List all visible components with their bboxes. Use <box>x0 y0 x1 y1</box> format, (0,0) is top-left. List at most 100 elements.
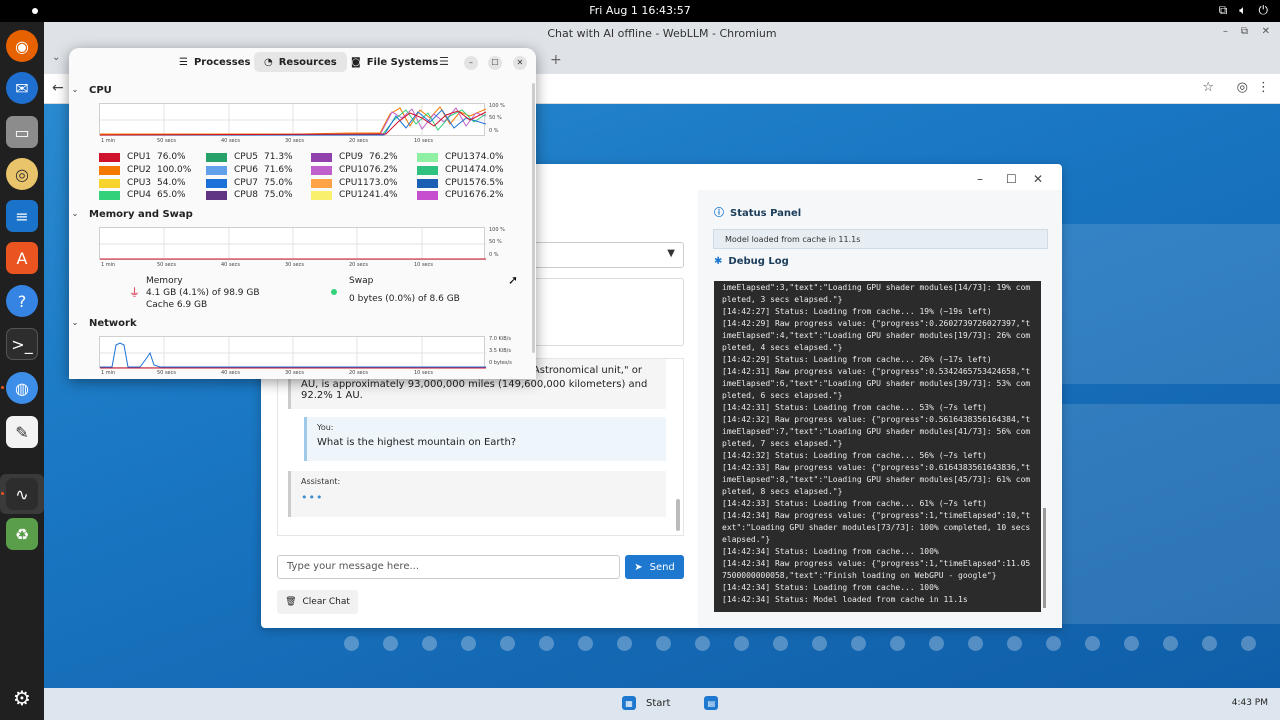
bookmark-star-icon[interactable]: ☆ <box>1202 80 1214 95</box>
cpu-color-swatch[interactable] <box>417 178 438 188</box>
sysmon-scrollbar[interactable] <box>532 83 535 353</box>
new-tab-icon[interactable]: + <box>550 52 562 68</box>
axis-label: 1 min <box>101 138 116 144</box>
bug-icon: ✱ <box>714 256 723 267</box>
cpu-color-swatch[interactable] <box>99 165 120 175</box>
axis-label: 100 % <box>489 227 505 233</box>
system-tray[interactable]: ⧉ 🔈︎ ⏻ <box>1219 3 1268 18</box>
close-icon[interactable]: ✕ <box>513 56 527 70</box>
top-clock[interactable]: Fri Aug 1 16:43:57 <box>0 4 1280 17</box>
log-line: [14:42:34] Status: Loading from cache...… <box>722 547 939 556</box>
cpu-legend-item: CPU8 75.0% <box>206 190 293 200</box>
hamburger-menu-icon[interactable]: ☰ <box>439 55 449 68</box>
cpu-color-swatch[interactable] <box>417 165 438 175</box>
close-icon[interactable]: ✕ <box>1262 26 1270 37</box>
terminal-icon[interactable]: >_ <box>6 328 38 360</box>
axis-label: 10 secs <box>414 138 433 144</box>
model-select[interactable]: ▼ <box>527 242 684 268</box>
cpu-color-swatch[interactable] <box>99 152 120 162</box>
profile-icon[interactable]: ◎ <box>1237 80 1248 95</box>
cpu-color-swatch[interactable] <box>206 152 227 162</box>
app-window-icon[interactable]: ▤ <box>704 696 719 710</box>
log-line: [14:42:31] Raw progress value: {"progres… <box>722 367 1031 400</box>
cpu-color-swatch[interactable] <box>311 178 332 188</box>
cpu-color-swatch[interactable] <box>99 190 120 200</box>
chat-scrollbar[interactable] <box>676 499 680 531</box>
tab-search-icon[interactable]: ⌄ <box>52 52 60 63</box>
cpu-color-swatch[interactable] <box>99 178 120 188</box>
tab-file-systems[interactable]: ◙ File Systems <box>341 52 448 72</box>
system-monitor-icon[interactable]: ∿ <box>6 478 38 510</box>
axis-label: 0 % <box>489 128 499 134</box>
axis-label: 0 % <box>489 252 499 258</box>
trash-icon[interactable]: ♻ <box>6 518 38 550</box>
maximize-icon[interactable]: ☐ <box>1006 172 1017 186</box>
clear-chat-button[interactable]: 🗑︎ Clear Chat <box>277 590 358 614</box>
cpu-color-swatch[interactable] <box>417 152 438 162</box>
cpu-color-swatch[interactable] <box>206 178 227 188</box>
log-line: [14:42:34] Raw progress value: {"progres… <box>722 559 1031 580</box>
top-bar: Fri Aug 1 16:43:57 ⧉ 🔈︎ ⏻ <box>0 0 1280 22</box>
minimize-icon[interactable]: – <box>464 56 478 70</box>
axis-label: 20 secs <box>349 262 368 268</box>
ubuntu-icon[interactable]: ⚙ <box>6 682 38 714</box>
system-prompt-box[interactable] <box>527 278 684 346</box>
cpu-color-swatch[interactable] <box>417 190 438 200</box>
thunderbird-icon[interactable]: ✉ <box>6 72 38 104</box>
cpu-color-swatch[interactable] <box>206 190 227 200</box>
tab-processes[interactable]: ☰ Processes <box>169 52 260 72</box>
cpu-legend-item: CPU10 76.2% <box>311 165 398 175</box>
restore-icon[interactable]: ⧉ <box>1241 26 1248 37</box>
memory-pie-icon[interactable]: ⏚ <box>129 284 140 300</box>
start-grid-icon: ▦ <box>622 696 636 710</box>
power-icon[interactable]: ⏻ <box>1259 3 1269 18</box>
chevron-down-icon: ⌄ <box>71 85 79 94</box>
text-editor-icon[interactable]: ✎ <box>6 416 38 448</box>
chromium-icon[interactable]: ◍ <box>6 372 38 404</box>
log-line: [14:42:34] Raw progress value: {"progres… <box>722 511 1036 544</box>
status-message: Model loaded from cache in 11.1s <box>713 229 1048 249</box>
cpu-color-swatch[interactable] <box>311 165 332 175</box>
minimize-icon[interactable]: – <box>1223 26 1228 37</box>
message-input[interactable]: Type your message here... <box>277 555 620 579</box>
cpu-color-swatch[interactable] <box>206 165 227 175</box>
axis-label: 40 secs <box>221 370 240 376</box>
gauge-icon: ◔ <box>264 56 273 68</box>
network-icon[interactable]: ⧉ <box>1219 3 1228 18</box>
cpu-section-title[interactable]: ⌄ CPU <box>72 85 112 96</box>
help-icon[interactable]: ? <box>6 285 38 317</box>
bottom-taskbar: ▦ Start ▤ 4:43 PM <box>44 688 1280 720</box>
swap-info: Swap 0 bytes (0.0%) of 8.6 GB <box>349 276 460 304</box>
volume-icon[interactable]: 🔈︎ <box>1239 3 1246 18</box>
firefox-icon[interactable]: ◉ <box>6 30 38 62</box>
maximize-icon[interactable]: ☐ <box>488 56 502 70</box>
chevron-down-icon: ⌄ <box>71 318 79 327</box>
wallpaper-dots <box>344 636 1280 651</box>
files-icon[interactable]: ▭ <box>6 116 38 148</box>
cpu-color-swatch[interactable] <box>311 190 332 200</box>
send-button[interactable]: ➤ Send <box>625 555 684 579</box>
cpu-color-swatch[interactable] <box>311 152 332 162</box>
memory-section-title[interactable]: ⌄ Memory and Swap <box>72 209 193 220</box>
writer-icon[interactable]: ≡ <box>6 200 38 232</box>
menu-icon[interactable]: ⋮ <box>1257 80 1270 95</box>
close-icon[interactable]: ✕ <box>1033 172 1043 186</box>
rhythmbox-icon[interactable]: ◎ <box>6 158 38 190</box>
swap-indicator-icon[interactable] <box>331 289 337 295</box>
start-button[interactable]: ▦ Start ▤ <box>622 696 719 710</box>
running-indicator <box>1 492 4 495</box>
memory-history-chart <box>100 228 486 261</box>
minimize-icon[interactable]: – <box>977 172 983 186</box>
tab-resources[interactable]: ◔ Resources <box>254 52 347 72</box>
log-line: [14:42:29] Raw progress value: {"progres… <box>722 319 1031 352</box>
debug-log[interactable]: imeElapsed":3,"text":"Loading GPU shader… <box>714 281 1041 612</box>
disk-icon: ◙ <box>351 56 361 68</box>
app-center-icon[interactable]: A <box>6 242 38 274</box>
chat-messages[interactable]: h as a "Astronomical unit," or AU, is ap… <box>277 358 684 536</box>
cpu-legend-item: CPU7 75.0% <box>206 178 293 188</box>
debug-log-scrollbar[interactable] <box>1043 508 1046 608</box>
network-section-title[interactable]: ⌄ Network <box>72 318 137 329</box>
back-icon[interactable]: ← <box>52 80 64 96</box>
axis-label: 30 secs <box>285 370 304 376</box>
cpu-legend-item: CPU3 54.0% <box>99 178 186 188</box>
